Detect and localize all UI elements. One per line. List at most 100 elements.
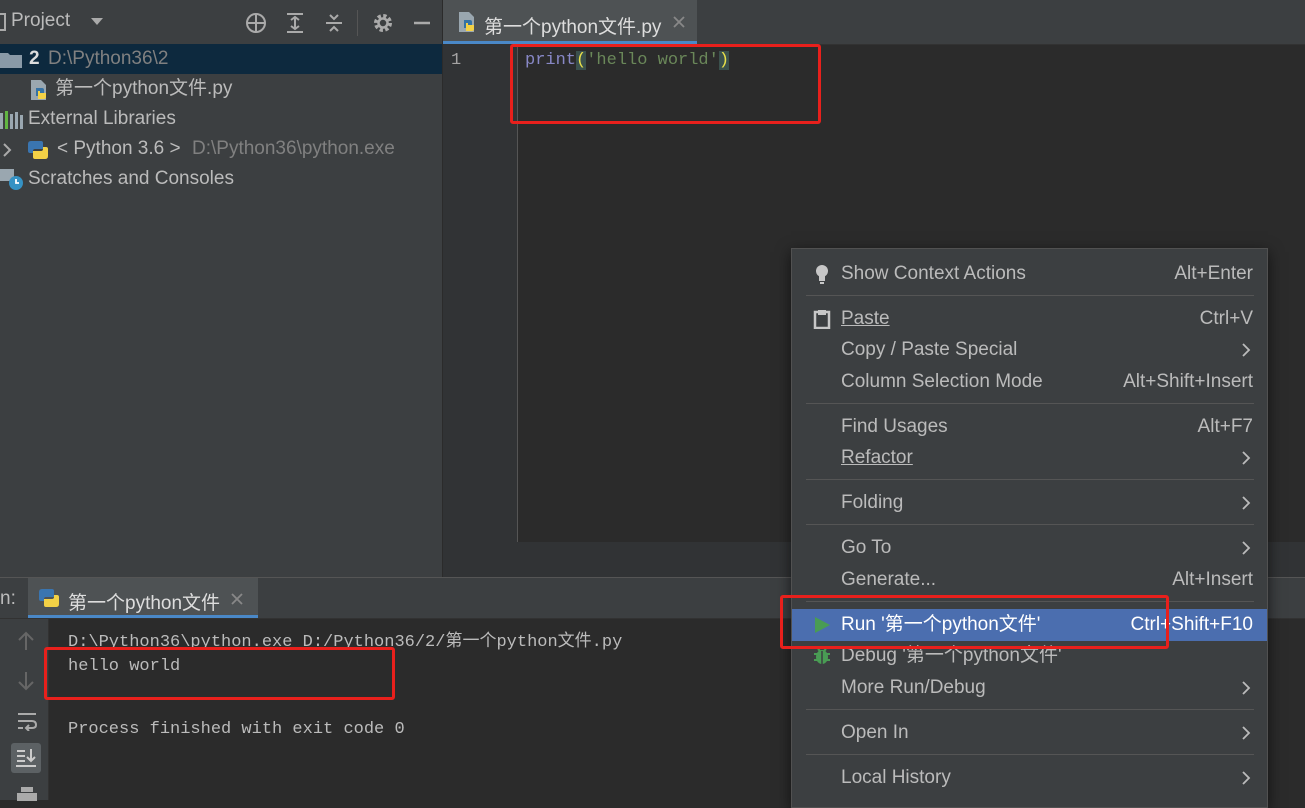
project-title[interactable]: Project (11, 10, 70, 32)
menu-item-shortcut: Alt+Shift+Insert (1123, 371, 1253, 392)
toolbar-separator (357, 10, 358, 36)
tree-item-python-file[interactable]: 第一个python文件.py (0, 74, 442, 104)
menu-item-show-context-actions[interactable]: Show Context Actions Alt+Enter (792, 258, 1267, 290)
console-line-exit: Process finished with exit code 0 (68, 720, 405, 739)
clipboard-icon (812, 309, 832, 329)
tree-item-label: External Libraries (28, 108, 176, 129)
menu-item-column-selection-mode[interactable]: Column Selection Mode Alt+Shift+Insert (792, 366, 1267, 398)
menu-item-label: Debug '第一个python文件' (841, 645, 1062, 666)
chevron-right-icon (1241, 487, 1251, 519)
menu-item-label: Go To (841, 537, 892, 558)
run-icon (812, 615, 832, 635)
tree-item-external-libraries[interactable]: External Libraries (0, 104, 442, 134)
menu-item-label: Open In (841, 722, 909, 743)
print-icon[interactable] (17, 787, 37, 801)
menu-separator (806, 295, 1254, 296)
line-number: 1 (451, 51, 462, 70)
tree-item-scratches[interactable]: Scratches and Consoles (0, 164, 442, 194)
console-line-output: hello world (68, 657, 181, 676)
arrow-down-icon[interactable] (17, 671, 35, 691)
chevron-right-icon (1241, 717, 1251, 749)
code-line-1[interactable]: print('hello world') (525, 51, 730, 70)
menu-item-folding[interactable]: Folding (792, 487, 1267, 519)
menu-item-paste[interactable]: Paste Ctrl+V (792, 303, 1267, 335)
menu-item-shortcut: Ctrl+V (1199, 308, 1253, 329)
editor-gutter: 1 (443, 45, 517, 542)
menu-item-debug[interactable]: Debug '第一个python文件' (792, 640, 1267, 672)
chevron-right-icon (1241, 334, 1251, 366)
python-icon (27, 139, 49, 161)
menu-separator (806, 709, 1254, 710)
tree-item-python-sdk[interactable]: < Python 3.6 > D:\Python36\python.exe (0, 134, 442, 164)
close-icon[interactable] (230, 592, 244, 606)
project-view-icon (0, 13, 6, 31)
folder-icon (0, 52, 22, 68)
menu-item-label: Show Context Actions (841, 263, 1026, 284)
chevron-down-icon[interactable] (90, 14, 104, 28)
menu-item-more-run-debug[interactable]: More Run/Debug (792, 672, 1267, 704)
expand-all-icon[interactable] (283, 11, 307, 35)
scroll-to-end-icon[interactable] (11, 743, 41, 773)
chevron-right-icon (1241, 672, 1251, 704)
tree-item-label: < Python 3.6 > (57, 138, 181, 159)
menu-item-label: More Run/Debug (841, 677, 986, 698)
bug-icon (812, 646, 832, 666)
menu-item-find-usages[interactable]: Find Usages Alt+F7 (792, 411, 1267, 443)
menu-item-open-in[interactable]: Open In (792, 717, 1267, 749)
chevron-right-icon (1241, 532, 1251, 564)
editor-tab-label: 第一个python文件.py (484, 17, 662, 38)
menu-item-refactor[interactable]: Refactor (792, 442, 1267, 474)
gear-icon[interactable] (371, 11, 395, 35)
menu-item-label: Refactor (841, 447, 913, 468)
python-icon (38, 587, 60, 609)
chevron-right-icon (1241, 442, 1251, 474)
close-icon[interactable] (672, 15, 686, 29)
menu-separator (806, 403, 1254, 404)
menu-separator (806, 601, 1254, 602)
run-tab[interactable]: 第一个python文件 (28, 578, 258, 618)
locate-icon[interactable] (244, 11, 268, 35)
menu-item-label: Column Selection Mode (841, 371, 1043, 392)
menu-item-generate[interactable]: Generate... Alt+Insert (792, 564, 1267, 596)
tree-item-project-root[interactable]: 2 D:\Python36\2 (0, 44, 442, 74)
menu-item-run[interactable]: Run '第一个python文件' Ctrl+Shift+F10 (792, 609, 1267, 641)
menu-separator (806, 524, 1254, 525)
tree-item-label: Scratches and Consoles (28, 168, 234, 189)
chevron-right-icon[interactable] (2, 143, 12, 157)
menu-item-label: Paste (841, 308, 890, 329)
soft-wrap-icon[interactable] (16, 711, 38, 731)
code-paren-close: ) (718, 51, 730, 70)
run-tab-label: 第一个python文件 (68, 593, 221, 614)
menu-item-label: Generate... (841, 569, 937, 590)
python-file-icon (30, 79, 50, 101)
menu-item-label: Folding (841, 492, 904, 513)
editor-tab[interactable]: 第一个python文件.py (443, 0, 697, 44)
hide-panel-icon[interactable] (410, 11, 434, 35)
scratches-icon (0, 169, 24, 191)
collapse-all-icon[interactable] (322, 11, 346, 35)
menu-item-local-history[interactable]: Local History (792, 762, 1267, 794)
library-icon (0, 111, 24, 129)
menu-separator (806, 479, 1254, 480)
menu-item-label: Run '第一个python文件' (841, 614, 1041, 635)
code-paren-open: ( (576, 51, 587, 70)
menu-item-shortcut: Alt+F7 (1197, 416, 1253, 437)
code-function: print (525, 51, 577, 70)
tree-item-label: 2 (29, 48, 40, 69)
menu-item-label: Find Usages (841, 416, 948, 437)
python-file-icon (458, 11, 478, 33)
menu-item-shortcut: Alt+Insert (1172, 569, 1253, 590)
run-panel-label: n: (0, 588, 16, 609)
menu-item-go-to[interactable]: Go To (792, 532, 1267, 564)
tree-item-path: D:\Python36\python.exe (192, 138, 395, 159)
project-panel-header: Project (0, 0, 442, 45)
arrow-up-icon[interactable] (17, 631, 35, 651)
run-toolbar (0, 619, 49, 801)
menu-item-copy-paste-special[interactable]: Copy / Paste Special (792, 334, 1267, 366)
chevron-right-icon (1241, 762, 1251, 794)
menu-item-label: Copy / Paste Special (841, 339, 1018, 360)
tree-item-label: 第一个python文件.py (55, 78, 233, 99)
menu-separator (806, 754, 1254, 755)
code-string: 'hello world' (586, 51, 719, 70)
tree-item-path: D:\Python36\2 (48, 48, 169, 69)
